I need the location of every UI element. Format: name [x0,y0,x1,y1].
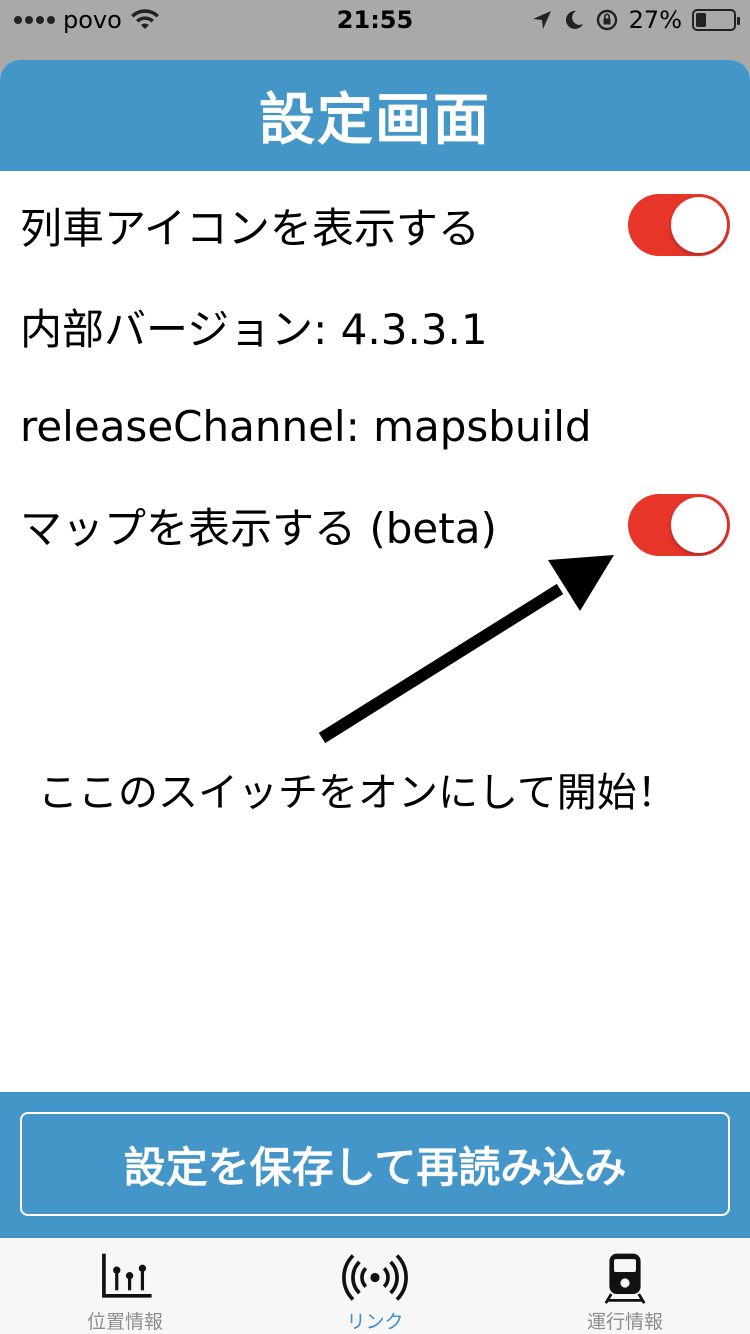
battery-percent: 27% [628,6,682,34]
status-right: 27% [531,6,740,34]
tab-label-location: 位置情報 [86,1311,163,1333]
tab-label-service-info: 運行情報 [586,1311,663,1333]
location-arrow-icon [532,11,551,29]
status-bar: povo 21:55 27% [0,0,750,42]
annotation-text: ここのスイッチをオンにして開始！ [38,770,677,816]
tab-label-link: リンク [346,1311,404,1333]
battery-level [696,13,706,27]
save-reload-button[interactable]: 設定を保存して再読み込み [20,1112,730,1216]
tab-link[interactable]: リンク [250,1238,500,1334]
battery-icon [692,9,740,31]
tab-bar: 位置情報 リンク 運行情報 [0,1238,750,1334]
location-chart-icon [102,1253,152,1298]
save-area: 設定を保存して再読み込み [0,1092,750,1238]
annotation-arrow-icon [318,555,614,744]
settings-sheet: 設定画面 列車アイコンを表示する 内部バージョン: 4.3.3.1 releas… [0,60,750,1334]
broadcast-icon [342,1254,408,1301]
moon-icon [565,10,583,29]
tab-location[interactable]: 位置情報 [0,1238,250,1334]
train-icon [604,1253,646,1304]
rotation-lock-icon [596,9,617,31]
tab-service-info[interactable]: 運行情報 [500,1238,750,1334]
